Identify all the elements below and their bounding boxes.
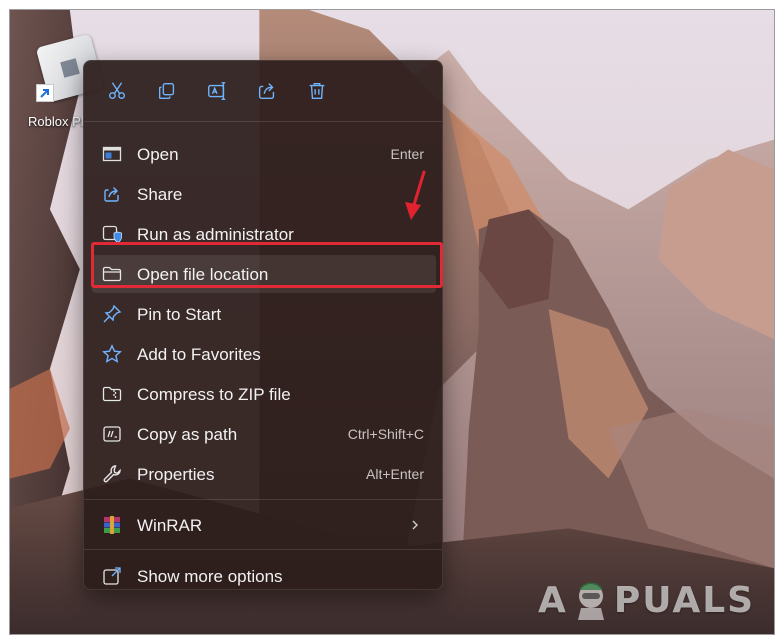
winrar-icon bbox=[102, 515, 122, 535]
rename-button[interactable] bbox=[192, 73, 242, 109]
menu-item-label: Compress to ZIP file bbox=[137, 385, 291, 404]
menu-item-label: Pin to Start bbox=[137, 305, 222, 324]
menu-item-label: Open bbox=[137, 145, 179, 164]
highlight-annotation-box bbox=[91, 242, 443, 288]
menu-item-label: Show more options bbox=[137, 567, 283, 586]
menu-separator bbox=[84, 549, 442, 550]
screenshot-frame: Roblox Pl Open Enter Share Run as admini… bbox=[9, 9, 775, 635]
admin-shield-icon bbox=[102, 224, 122, 244]
menu-item-compress-to-zip[interactable]: Compress to ZIP file bbox=[92, 375, 436, 413]
cut-icon bbox=[108, 82, 126, 100]
wrench-icon bbox=[102, 464, 122, 484]
shortcut-arrow-icon bbox=[36, 84, 54, 102]
delete-button[interactable] bbox=[292, 73, 342, 109]
watermark-letter-a: A bbox=[538, 579, 568, 621]
menu-item-label: Copy as path bbox=[137, 425, 238, 444]
menu-item-pin-to-start[interactable]: Pin to Start bbox=[92, 295, 436, 333]
share-icon bbox=[258, 83, 275, 100]
menu-item-shortcut: Ctrl+Shift+C bbox=[347, 426, 424, 442]
menu-item-copy-as-path[interactable]: Copy as path Ctrl+Shift+C bbox=[92, 415, 436, 453]
desktop-icon-label: Roblox Pl bbox=[28, 114, 84, 129]
chevron-right-icon bbox=[412, 520, 418, 530]
watermark-text: PUALS bbox=[613, 579, 756, 621]
context-menu: Open Enter Share Run as administrator Op… bbox=[83, 60, 443, 590]
menu-item-show-more-options[interactable]: Show more options bbox=[92, 557, 436, 595]
menu-item-properties[interactable]: Properties Alt+Enter bbox=[92, 455, 436, 493]
menu-separator bbox=[84, 499, 442, 500]
menu-item-label: Share bbox=[137, 185, 183, 204]
menu-item-label: WinRAR bbox=[137, 516, 203, 535]
appuals-watermark: A PUALS bbox=[538, 578, 755, 622]
menu-item-shortcut: Enter bbox=[390, 146, 424, 162]
menu-item-label: Add to Favorites bbox=[137, 345, 261, 364]
menu-item-winrar[interactable]: WinRAR bbox=[92, 506, 436, 544]
delete-icon bbox=[309, 82, 325, 100]
red-arrow-annotation-icon bbox=[405, 170, 426, 220]
pin-icon bbox=[102, 304, 122, 324]
appuals-mascot-icon bbox=[577, 582, 604, 620]
menu-item-shortcut: Alt+Enter bbox=[366, 466, 424, 482]
menu-item-add-to-favorites[interactable]: Add to Favorites bbox=[92, 335, 436, 373]
open-app-icon bbox=[102, 144, 122, 164]
toolbar-separator bbox=[84, 121, 442, 122]
rename-icon bbox=[208, 82, 226, 100]
menu-item-open[interactable]: Open Enter bbox=[92, 135, 436, 173]
star-icon bbox=[102, 344, 122, 364]
copy-icon bbox=[158, 82, 175, 100]
cut-button[interactable] bbox=[92, 73, 142, 109]
menu-item-label: Properties bbox=[137, 465, 215, 484]
copy-button[interactable] bbox=[142, 73, 192, 109]
zip-folder-icon bbox=[102, 384, 122, 404]
share-icon bbox=[102, 184, 122, 204]
copy-path-icon bbox=[102, 424, 122, 444]
menu-item-share[interactable]: Share bbox=[92, 175, 436, 213]
show-more-icon bbox=[102, 566, 122, 586]
context-menu-toolbar bbox=[92, 73, 342, 109]
share-button[interactable] bbox=[242, 73, 292, 109]
